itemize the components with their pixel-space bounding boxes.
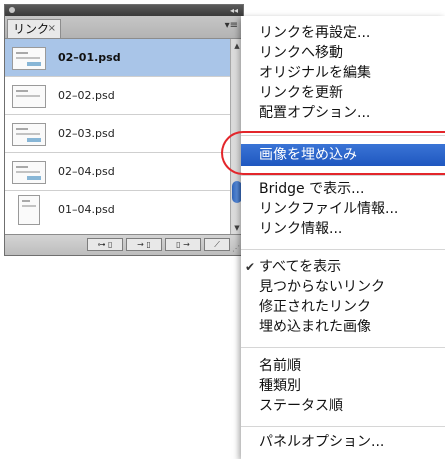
menu-item-embedded-images[interactable]: 埋め込まれた画像 [241,317,445,337]
file-name: 02–04.psd [58,165,115,178]
menu-item-embed-image[interactable]: 画像を埋め込み [241,144,445,166]
file-name: 02–02.psd [58,89,115,102]
menu-separator [241,175,445,176]
close-panel-icon[interactable] [9,7,15,13]
file-thumbnail [12,47,46,70]
menu-item-sort-by-status[interactable]: ステータス順 [241,396,445,416]
checkmark-icon: ✔ [245,260,256,274]
links-panel: ◂◂ リンク × ▾≡ 02–01.psd 02–02.psd 02–03.ps… [4,4,244,256]
menu-item-modified-links[interactable]: 修正されたリンク [241,297,445,317]
menu-item-edit-original[interactable]: オリジナルを編集 [241,63,445,83]
menu-item-show-all-label: すべてを表示 [259,259,342,275]
menu-item-show-all[interactable]: ✔ すべてを表示 [241,257,445,277]
file-thumbnail [18,195,40,225]
tab-links[interactable]: リンク × [7,19,61,38]
list-item[interactable]: 02–02.psd [5,77,230,115]
context-menu: リンクを再設定... リンクへ移動 オリジナルを編集 リンクを更新 配置オプショ… [241,16,445,459]
panel-menu-icon[interactable]: ▾≡ [225,21,238,31]
menu-item-link-file-info[interactable]: リンクファイル情報... [241,199,445,219]
panel-toolbar: ⊶ ▯ → ▯ ▯ → ⟋ ⋰ [5,234,243,255]
edit-original-icon[interactable]: ⟋ [204,238,230,251]
menu-item-relink[interactable]: リンクを再設定... [241,23,445,43]
relink-icon[interactable]: ⊶ ▯ [87,238,123,251]
collapse-panel-icon[interactable]: ◂◂ [230,5,238,16]
file-thumbnail [12,123,46,146]
resize-grip-icon[interactable]: ⋰ [232,244,240,253]
tab-close-icon[interactable]: × [48,20,56,38]
list-item[interactable]: 01–04.psd [5,191,230,229]
update-link-icon[interactable]: ▯ → [165,238,201,251]
list-item[interactable]: 02–04.psd [5,153,230,191]
menu-item-reveal-in-bridge[interactable]: Bridge で表示... [241,179,445,199]
file-thumbnail [12,161,46,184]
menu-separator [241,426,445,427]
links-list: 02–01.psd 02–02.psd 02–03.psd 02–04.psd … [5,39,230,235]
menu-item-sort-by-type[interactable]: 種類別 [241,376,445,396]
file-name: 02–01.psd [58,51,121,64]
menu-separator [241,249,445,250]
panel-tab-strip: リンク × ▾≡ [5,16,243,39]
menu-item-missing-links[interactable]: 見つからないリンク [241,277,445,297]
menu-item-sort-by-name[interactable]: 名前順 [241,356,445,376]
menu-separator [241,135,445,136]
menu-item-place-options[interactable]: 配置オプション... [241,103,445,123]
panel-title-bar[interactable]: ◂◂ [5,5,243,16]
file-name: 01–04.psd [58,203,115,216]
list-item[interactable]: 02–03.psd [5,115,230,153]
menu-item-link-info[interactable]: リンク情報... [241,219,445,239]
menu-item-update-link[interactable]: リンクを更新 [241,83,445,103]
goto-link-icon[interactable]: → ▯ [126,238,162,251]
menu-item-go-to-link[interactable]: リンクへ移動 [241,43,445,63]
file-name: 02–03.psd [58,127,115,140]
file-thumbnail [12,85,46,108]
list-item[interactable]: 02–01.psd [5,39,230,77]
menu-separator [241,347,445,348]
tab-links-label: リンク [13,22,50,36]
menu-item-panel-options[interactable]: パネルオプション... [241,432,445,452]
